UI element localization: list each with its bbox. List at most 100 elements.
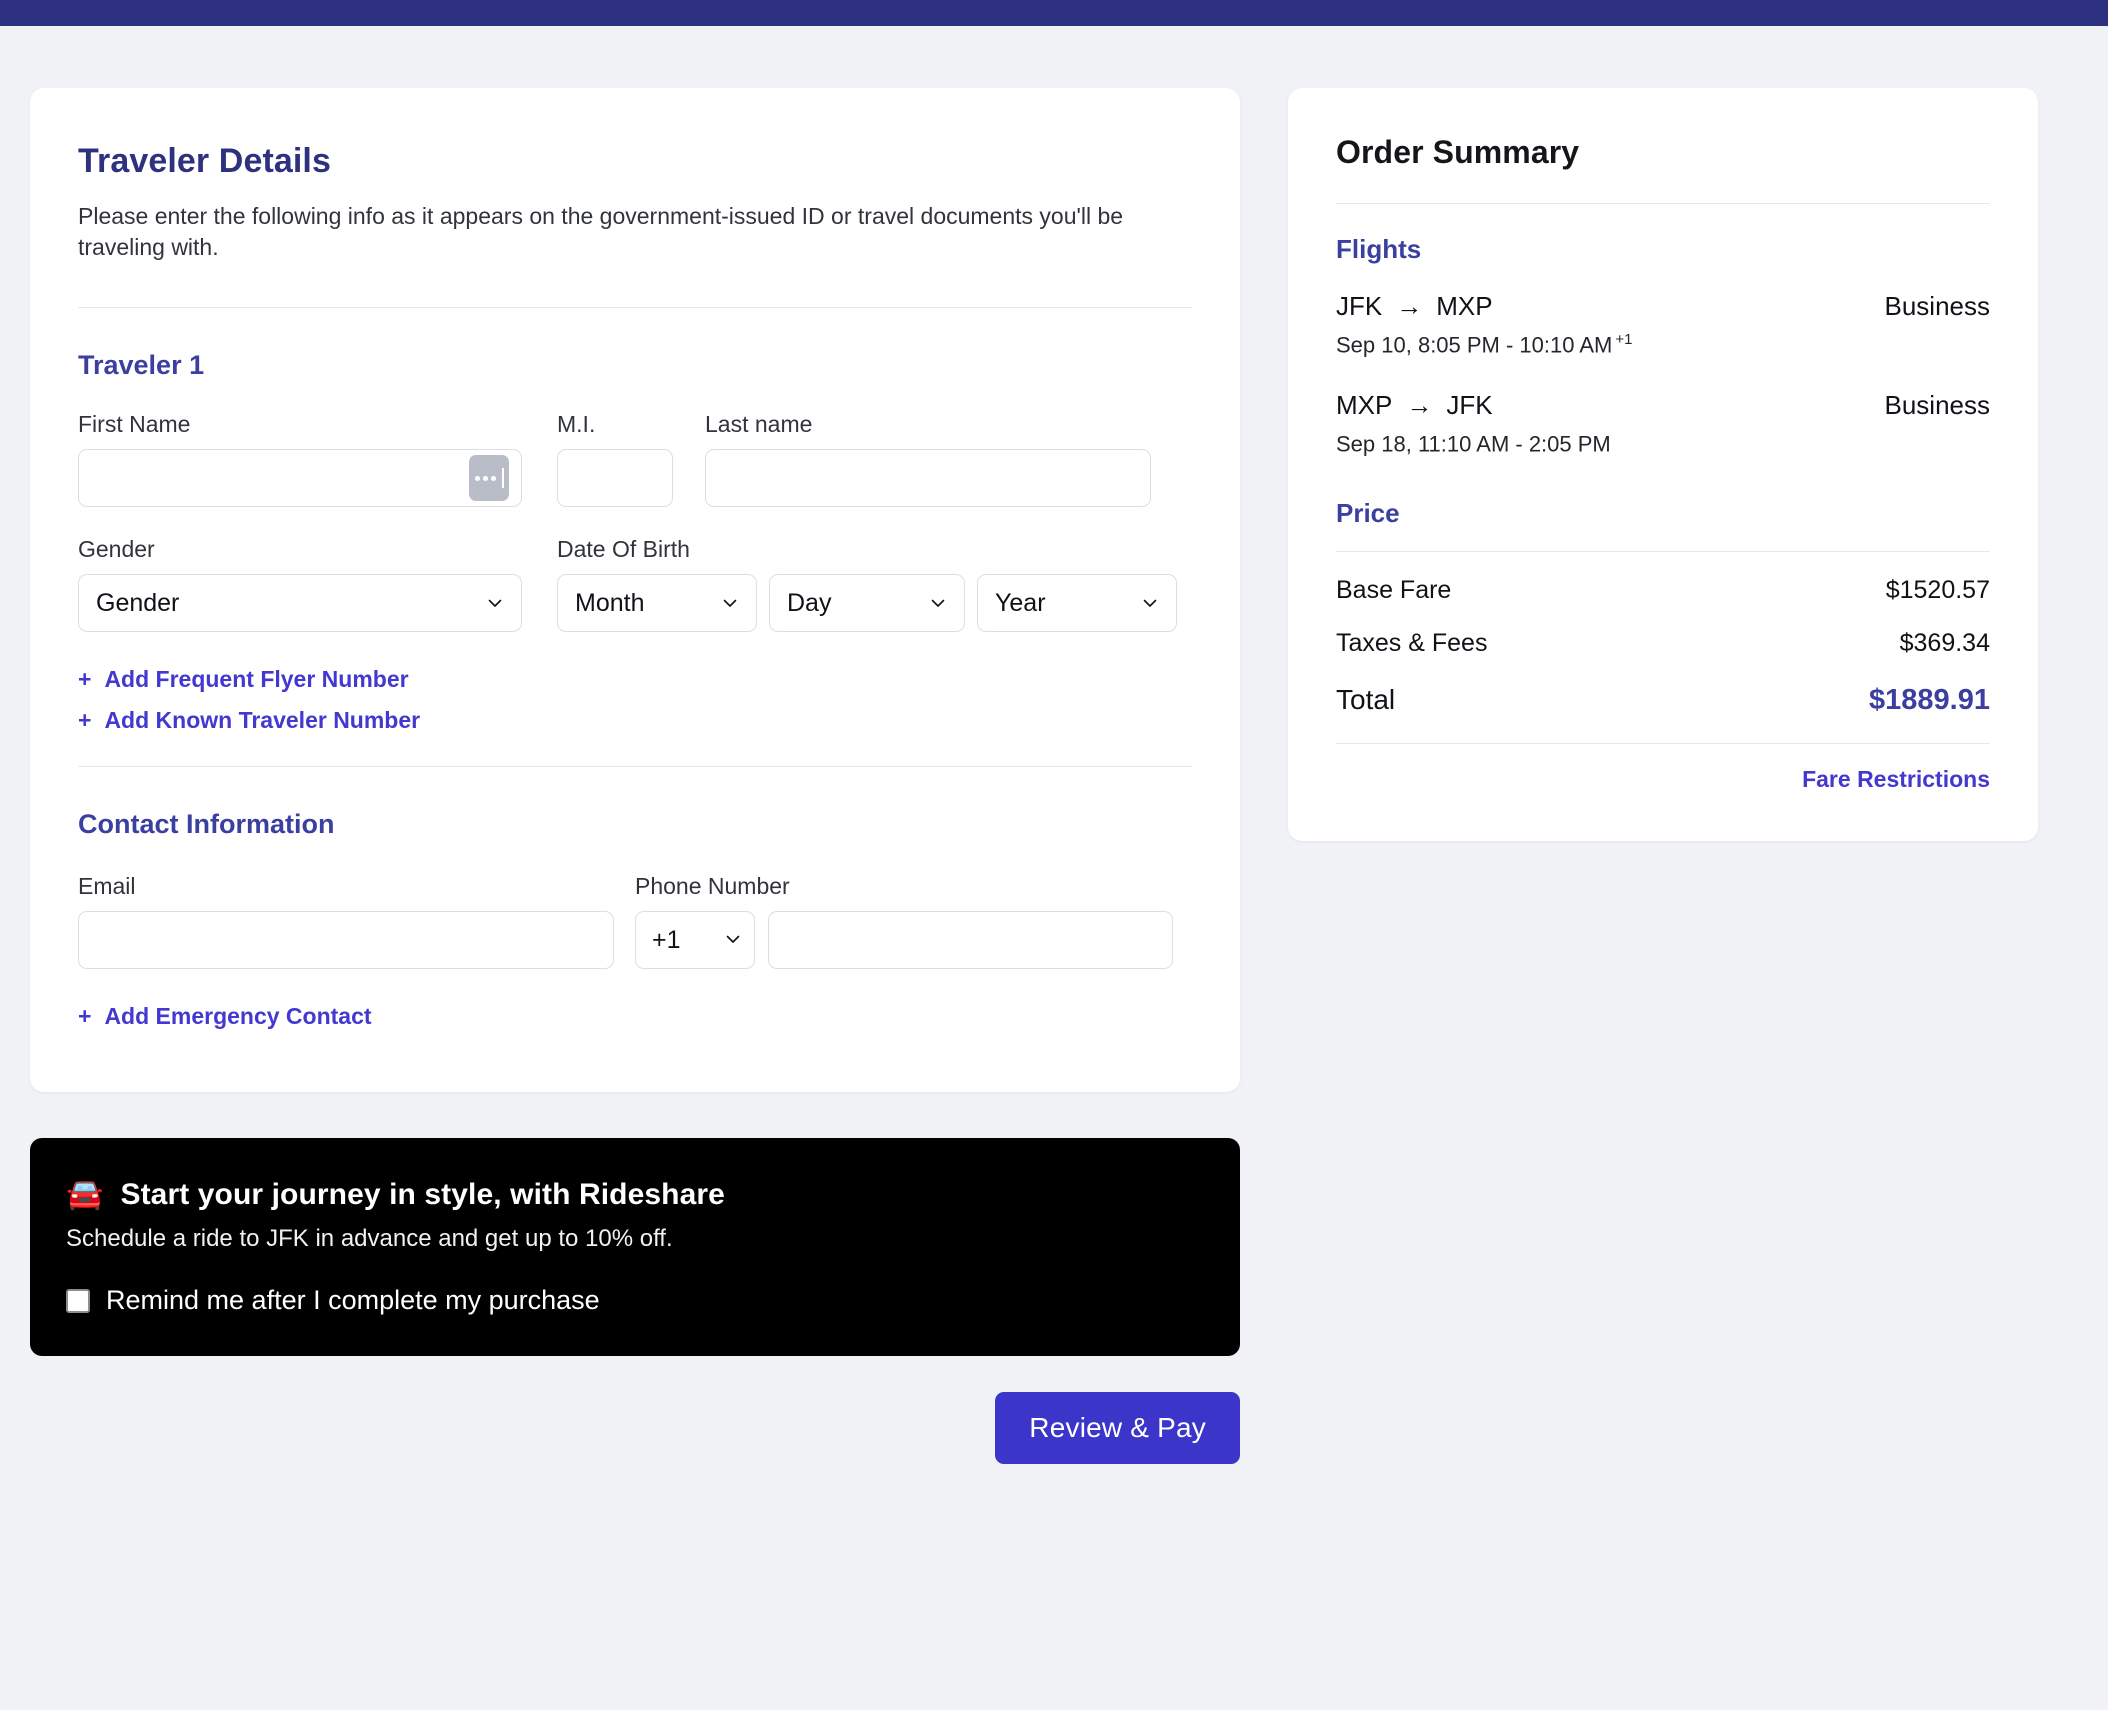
phone-field-group: Phone Number +1 (614, 875, 1173, 970)
divider-top (78, 307, 1192, 309)
flight-destination: JFK (1446, 390, 1493, 421)
promo-subtitle: Schedule a ride to JFK in advance and ge… (66, 1225, 673, 1253)
dob-year-select[interactable]: Year (977, 574, 1177, 633)
page-columns: Traveler Details Please enter the follow… (0, 88, 2108, 1093)
price-value: $1520.57 (1885, 575, 1990, 604)
top-navigation-bar (0, 0, 2108, 26)
flight-header: JFK → MXP Business (1336, 291, 1990, 322)
add-known-traveler-number-label: Add Known Traveler Number (104, 707, 421, 734)
flight-cabin: Business (1884, 291, 1991, 321)
flight-day-offset: +1 (1615, 331, 1633, 348)
first-name-input[interactable] (78, 449, 522, 508)
price-label: Taxes & Fees (1336, 628, 1488, 657)
flight-header: MXP → JFK Business (1336, 390, 1990, 421)
plus-icon: + (78, 707, 92, 734)
flight-schedule-text: Sep 18, 11:10 AM - 2:05 PM (1336, 431, 1611, 457)
last-name-input[interactable] (705, 449, 1151, 508)
email-field-group: Email (78, 873, 614, 970)
plus-icon: + (78, 1003, 92, 1030)
remind-me-checkbox[interactable] (66, 1288, 90, 1313)
name-row: First Name M.I. Last name (78, 411, 1192, 508)
flight-route: MXP → JFK (1336, 390, 1493, 421)
chevron-down-icon (721, 594, 739, 612)
order-summary-title: Order Summary (1336, 134, 1580, 170)
flight-cabin: Business (1884, 390, 1991, 421)
add-known-traveler-number-link[interactable]: + Add Known Traveler Number (78, 707, 420, 734)
email-input[interactable] (78, 911, 614, 970)
rideshare-promo-banner: 🚘 Start your journey in style, with Ride… (30, 1138, 1240, 1357)
traveler-details-intro: Please enter the following info as it ap… (78, 203, 1124, 261)
gender-select[interactable]: Gender (78, 574, 522, 633)
price-row-total: Total $1889.91 (1336, 684, 1990, 717)
middle-initial-input[interactable] (557, 449, 673, 508)
country-code-select[interactable]: +1 (635, 911, 755, 970)
dob-field-group: Date Of Birth Month Day Year (522, 536, 1177, 633)
ellipsis-autofill-icon[interactable] (469, 455, 509, 502)
flight-item: JFK → MXP Business Sep 10, 8:05 PM - 10:… (1336, 291, 1990, 358)
last-name-field-group: Last name (705, 411, 1151, 508)
contact-information-heading: Contact Information (78, 809, 335, 840)
left-column: Traveler Details Please enter the follow… (30, 88, 1240, 1093)
price-heading: Price (1336, 497, 1400, 528)
dob-year-value: Year (995, 588, 1046, 617)
phone-number-input[interactable] (768, 911, 1173, 970)
flight-origin: JFK (1336, 291, 1383, 321)
price-value: $369.34 (1899, 628, 1990, 657)
plus-icon: + (78, 666, 92, 693)
chevron-down-icon (929, 594, 947, 612)
add-emergency-contact-link[interactable]: + Add Emergency Contact (78, 1003, 372, 1030)
promo-title-row: 🚘 Start your journey in style, with Ride… (66, 1178, 1204, 1212)
total-label: Total (1336, 683, 1396, 715)
price-row-taxes-fees: Taxes & Fees $369.34 (1336, 629, 1990, 658)
gender-select-value: Gender (96, 588, 180, 617)
dob-day-select[interactable]: Day (769, 574, 965, 633)
dob-selects: Month Day Year (522, 574, 1177, 633)
chevron-down-icon (724, 926, 742, 955)
total-value: $1889.91 (1869, 683, 1990, 716)
arrow-right-icon: → (1396, 291, 1423, 321)
email-label: Email (78, 873, 136, 900)
add-emergency-contact-label: Add Emergency Contact (104, 1003, 372, 1030)
flight-route: JFK → MXP (1336, 291, 1493, 322)
country-code-value: +1 (652, 925, 681, 954)
middle-initial-label: M.I. (557, 411, 596, 438)
promo-title: Start your journey in style, with Ridesh… (120, 1178, 725, 1212)
promo-reminder-row: Remind me after I complete my purchase (66, 1285, 1204, 1316)
gender-dob-row: Gender Gender Date Of Birth Month Day Ye… (78, 536, 1192, 633)
fare-restrictions-link[interactable]: Fare Restrictions (1336, 766, 1990, 793)
page-title: Traveler Details (78, 142, 331, 180)
divider-contact (78, 766, 1192, 768)
actions-row: Review & Pay (30, 1392, 1240, 1465)
car-icon: 🚘 (66, 1178, 104, 1212)
first-name-label: First Name (78, 411, 191, 438)
contact-row: Email Phone Number +1 (78, 873, 1192, 970)
add-frequent-flyer-number-label: Add Frequent Flyer Number (104, 666, 409, 693)
gender-label: Gender (78, 536, 155, 563)
date-of-birth-label: Date Of Birth (557, 536, 690, 563)
dob-month-select[interactable]: Month (557, 574, 757, 633)
flight-schedule: Sep 18, 11:10 AM - 2:05 PM (1336, 430, 1990, 457)
flight-schedule: Sep 10, 8:05 PM - 10:10 AM +1 (1336, 331, 1990, 358)
order-summary-divider-2 (1336, 550, 1990, 552)
review-and-pay-button[interactable]: Review & Pay (995, 1392, 1240, 1465)
order-summary-divider-3 (1336, 742, 1990, 744)
price-label: Base Fare (1336, 575, 1452, 604)
chevron-down-icon (1141, 594, 1159, 612)
add-frequent-flyer-number-link[interactable]: + Add Frequent Flyer Number (78, 666, 409, 693)
phone-inputs: +1 (614, 911, 1173, 970)
chevron-down-icon (486, 594, 504, 612)
order-summary-card: Order Summary Flights JFK → MXP Business (1288, 88, 2038, 841)
first-name-field-group: First Name (78, 411, 522, 508)
flights-heading: Flights (1336, 234, 1422, 264)
last-name-label: Last name (705, 411, 813, 438)
traveler-details-card: Traveler Details Please enter the follow… (30, 88, 1240, 1093)
flight-destination: MXP (1436, 291, 1493, 321)
order-summary-divider-1 (1336, 203, 1990, 204)
dob-day-value: Day (787, 588, 832, 617)
remind-me-label: Remind me after I complete my purchase (106, 1285, 600, 1316)
traveler-add-links: + Add Frequent Flyer Number + Add Known … (78, 666, 1192, 734)
price-row-base-fare: Base Fare $1520.57 (1336, 576, 1990, 605)
dob-month-value: Month (575, 588, 645, 617)
emergency-contact-links: + Add Emergency Contact (78, 1003, 1192, 1030)
flight-origin: MXP (1336, 390, 1393, 421)
